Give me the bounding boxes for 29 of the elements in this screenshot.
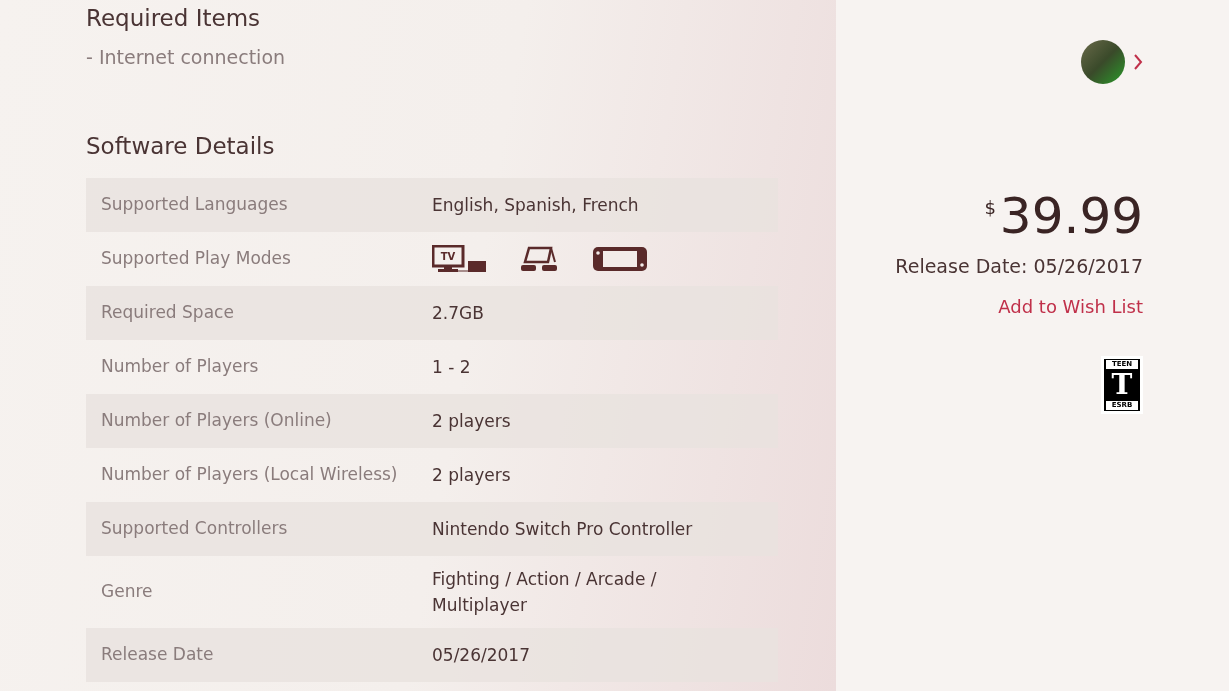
price: 39.99: [999, 188, 1143, 244]
row-label: Number of Players: [100, 355, 260, 379]
handheld-mode-icon: [592, 245, 648, 273]
section-title: Software Details: [86, 132, 276, 161]
row-value: Nintendo Switch Pro Controller: [432, 518, 693, 541]
row-label: Release Date: [100, 643, 215, 667]
row-label: Supported Controllers: [100, 517, 289, 541]
chevron-right-icon[interactable]: [1133, 54, 1143, 70]
required-item: - Internet connection: [86, 45, 287, 69]
row-value: 2.7GB: [432, 302, 484, 325]
wish-list-link[interactable]: Add to Wish List: [998, 292, 1143, 320]
row-label: Genre: [100, 580, 154, 604]
row-label: Required Space: [100, 301, 235, 325]
row-label: Supported Play Modes: [100, 247, 292, 271]
row-label: Number of Players (Local Wireless): [100, 463, 399, 487]
row-value: English, Spanish, French: [432, 194, 639, 217]
row-value: Fighting / Action / Arcade / Multiplayer: [432, 568, 658, 617]
row-label: Number of Players (Online): [100, 409, 333, 433]
section-title: Required Items: [86, 4, 262, 33]
release-date: Release Date: 05/26/2017: [895, 254, 1143, 279]
currency-symbol: $: [984, 196, 996, 220]
row-label: Supported Languages: [100, 193, 289, 217]
tabletop-mode-icon: [520, 245, 560, 273]
row-value: 1 - 2: [432, 356, 471, 379]
row-value: 05/26/2017: [432, 644, 530, 667]
avatar[interactable]: [1081, 40, 1125, 84]
row-value: 2 players: [432, 410, 511, 433]
row-value: 2 players: [432, 464, 511, 487]
rating-letter: T: [1111, 368, 1133, 401]
